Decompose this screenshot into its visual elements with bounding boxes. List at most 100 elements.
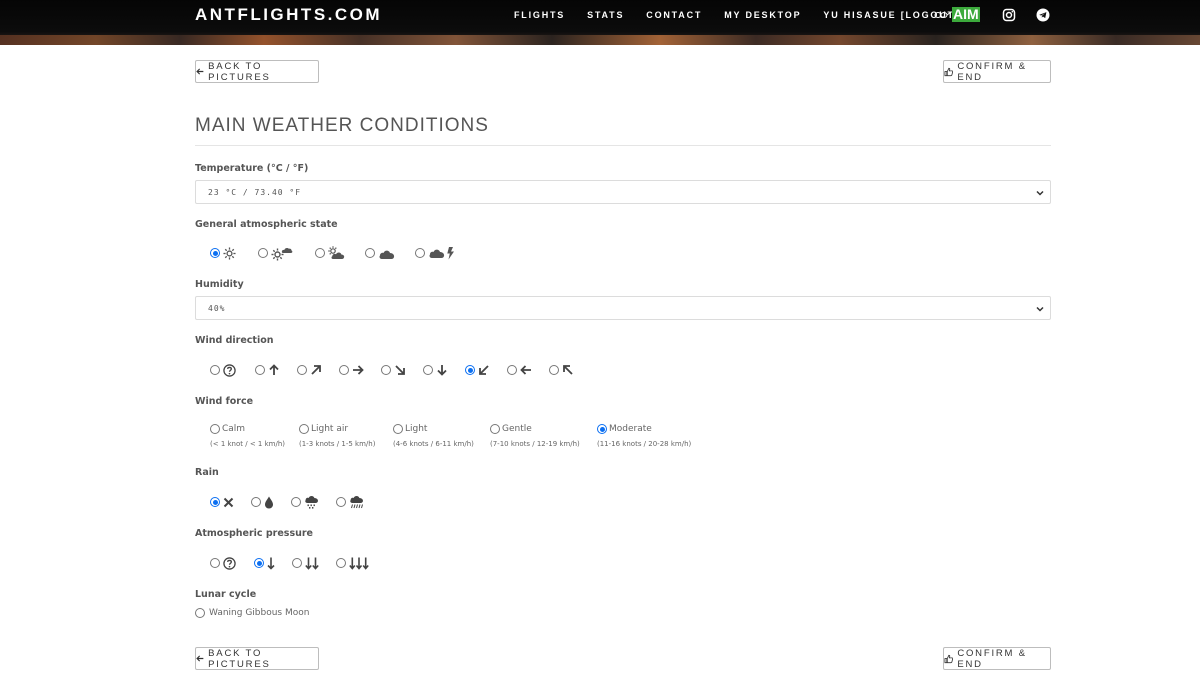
wind-dir-radio-unknown[interactable]: [210, 365, 220, 375]
pressure-radio-lower[interactable]: [292, 558, 302, 568]
wind-dir-radio-ne[interactable]: [297, 365, 307, 375]
rain-option-drop[interactable]: [251, 496, 274, 509]
arrow-up-left-icon: [563, 365, 573, 375]
wind-dir-option-unknown[interactable]: [210, 363, 236, 377]
cloud-heavy-rain-icon: [350, 495, 363, 509]
wind-dir-option-sw[interactable]: [465, 364, 490, 376]
atmos-radio-sun-cloud[interactable]: [258, 248, 268, 258]
rain-radio-heavy[interactable]: [336, 497, 346, 507]
wind-dir-radio-s[interactable]: [423, 365, 433, 375]
confirm-end-button[interactable]: CONFIRM & END: [943, 60, 1051, 83]
wind-dir-radio-sw[interactable]: [465, 365, 475, 375]
back-button-label: BACK TO PICTURES: [208, 60, 271, 83]
wind-force-name: Light air: [311, 424, 349, 434]
atmos-option-storm[interactable]: [415, 246, 455, 260]
wind-force-range: (7-10 knots / 12-19 km/h): [490, 440, 580, 448]
rain-option-light[interactable]: [291, 495, 319, 509]
drop-icon: [265, 496, 273, 508]
atmos-option-sun-cloud[interactable]: [258, 246, 293, 261]
wind-force-radio-light-air[interactable]: [299, 424, 309, 434]
header-photo-strip: [0, 35, 1200, 45]
atmos-radio-sun[interactable]: [210, 248, 220, 258]
pressure-label: Atmospheric pressure: [195, 528, 313, 539]
telegram-icon[interactable]: [1036, 8, 1050, 22]
rain-label: Rain: [195, 467, 219, 478]
pressure-option-unknown[interactable]: [210, 556, 236, 570]
pressure-option-lowest[interactable]: [336, 557, 369, 570]
two-arrows-down-icon: [305, 557, 319, 570]
site-brand[interactable]: ANTFLIGHTS.COM: [195, 5, 382, 25]
wind-dir-radio-nw[interactable]: [549, 365, 559, 375]
wind-force-range: (4-6 knots / 6-11 km/h): [393, 440, 474, 448]
pressure-radio-lowest[interactable]: [336, 558, 346, 568]
wind-dir-option-se[interactable]: [381, 364, 406, 376]
rain-radio-light[interactable]: [291, 497, 301, 507]
wind-dir-option-ne[interactable]: [297, 364, 322, 376]
back-button-label: BACK TO PICTURES: [208, 647, 271, 670]
wind-force-range: (1-3 knots / 1-5 km/h): [299, 440, 376, 448]
no-rain-icon: [223, 497, 234, 507]
nav-contact[interactable]: CONTACT: [646, 10, 702, 20]
rain-option-heavy[interactable]: [336, 495, 365, 509]
confirm-button-label: CONFIRM & END: [957, 647, 1027, 670]
wind-dir-option-nw[interactable]: [549, 364, 574, 376]
humidity-select[interactable]: 40%: [195, 296, 1051, 320]
wind-dir-option-w[interactable]: [507, 364, 532, 376]
atmos-option-sun[interactable]: [210, 246, 236, 260]
temperature-label: Temperature (°C / °F): [195, 163, 309, 174]
wind-force-option-light-air[interactable]: Light air (1-3 knots / 1-5 km/h): [299, 423, 375, 448]
atmos-option-partly-cloudy[interactable]: [315, 246, 345, 260]
wind-force-option-light[interactable]: Light (4-6 knots / 6-11 km/h): [393, 423, 474, 448]
wind-force-option-moderate[interactable]: Moderate (11-16 knots / 20-28 km/h): [597, 423, 691, 448]
wind-direction-label: Wind direction: [195, 335, 274, 346]
wind-force-option-gentle[interactable]: Gentle (7-10 knots / 12-19 km/h): [490, 423, 580, 448]
wind-dir-option-s[interactable]: [423, 364, 448, 376]
wind-direction-options: [210, 362, 574, 378]
thumbs-up-icon: [944, 67, 954, 76]
rain-radio-drop[interactable]: [251, 497, 261, 507]
chevron-down-icon: [1036, 306, 1044, 312]
rain-option-none[interactable]: [210, 497, 234, 508]
wind-dir-radio-n[interactable]: [255, 365, 265, 375]
question-icon: [223, 363, 236, 377]
pressure-radio-unknown[interactable]: [210, 558, 220, 568]
rain-radio-none[interactable]: [210, 497, 220, 507]
arrow-left-icon: [196, 655, 204, 662]
atmos-radio-partly-cloudy[interactable]: [315, 248, 325, 258]
lunar-option-waning-gibbous[interactable]: Waning Gibbous Moon: [195, 608, 309, 618]
pressure-radio-low[interactable]: [254, 558, 264, 568]
wind-dir-radio-w[interactable]: [507, 365, 517, 375]
wind-dir-radio-e[interactable]: [339, 365, 349, 375]
wind-dir-option-n[interactable]: [255, 364, 280, 376]
arrow-down-left-icon: [479, 365, 489, 375]
temperature-value: 23 °C / 73.40 °F: [208, 187, 302, 197]
sun-cloud-icon: [271, 247, 293, 260]
wind-force-radio-moderate[interactable]: [597, 424, 607, 434]
instagram-icon[interactable]: [1002, 8, 1016, 22]
wind-dir-radio-se[interactable]: [381, 365, 391, 375]
back-to-pictures-button[interactable]: BACK TO PICTURES: [195, 60, 319, 83]
temperature-select[interactable]: 23 °C / 73.40 °F: [195, 180, 1051, 204]
confirm-end-button-bottom[interactable]: CONFIRM & END: [943, 647, 1051, 670]
wind-force-option-calm[interactable]: Calm (< 1 knot / < 1 km/h): [210, 423, 285, 448]
page-title: MAIN WEATHER CONDITIONS: [195, 115, 489, 136]
atmos-radio-cloud[interactable]: [365, 248, 375, 258]
wind-force-radio-light[interactable]: [393, 424, 403, 434]
atmos-radio-storm[interactable]: [415, 248, 425, 258]
wind-force-name: Calm: [222, 424, 246, 434]
humidity-label: Humidity: [195, 279, 244, 290]
nav-flights[interactable]: FLIGHTS: [514, 10, 565, 20]
chevron-down-icon: [1036, 190, 1044, 196]
back-to-pictures-button-bottom[interactable]: BACK TO PICTURES: [195, 647, 319, 670]
nav-my-desktop[interactable]: MY DESKTOP: [724, 10, 801, 20]
aim-partner-logo[interactable]: AIM: [934, 6, 980, 24]
wind-force-radio-calm[interactable]: [210, 424, 220, 434]
lunar-radio[interactable]: [195, 608, 205, 618]
nav-stats[interactable]: STATS: [587, 10, 624, 20]
pressure-option-lower[interactable]: [292, 557, 319, 570]
atmos-option-cloud[interactable]: [365, 247, 395, 260]
wind-force-radio-gentle[interactable]: [490, 424, 500, 434]
pressure-option-low[interactable]: [254, 557, 275, 570]
wind-dir-option-e[interactable]: [339, 364, 364, 376]
arrow-left-icon: [520, 365, 531, 375]
